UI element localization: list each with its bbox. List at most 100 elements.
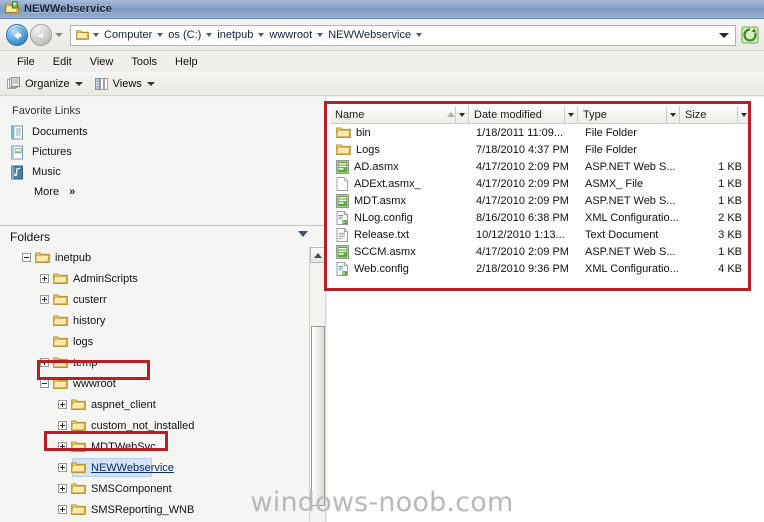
menu-item-help[interactable]: Help (166, 54, 207, 70)
tree-item-temp[interactable]: temp (0, 352, 310, 373)
refresh-icon[interactable] (740, 25, 760, 45)
tree-item-label: history (73, 314, 106, 327)
table-row[interactable]: Logs 7/18/2010 4:37 PM File Folder (330, 141, 751, 158)
breadcrumb-item-newwebservice[interactable]: NEWWebservice (325, 26, 414, 45)
column-header-size[interactable]: Size (680, 106, 751, 123)
chevron-down-icon[interactable] (737, 106, 750, 123)
sidebar-item-documents[interactable]: Documents (0, 122, 326, 142)
breadcrumb-item-wwwroot[interactable]: wwwroot (266, 26, 315, 45)
table-row[interactable]: ADExt.asmx_ 4/17/2010 2:09 PM ASMX_ File 1 … (330, 175, 751, 192)
tree-item-inetpub[interactable]: inetpub (0, 247, 310, 268)
chevron-down-icon[interactable] (666, 106, 679, 123)
tree-item-custom-not-installed[interactable]: custom_not_installed (0, 415, 310, 436)
folder-icon (5, 1, 19, 17)
chevron-down-icon[interactable] (146, 81, 155, 86)
collapse-minus-icon[interactable] (22, 253, 31, 262)
scroll-up-arrow-icon[interactable] (310, 247, 325, 263)
tree-item-adminscripts[interactable]: AdminScripts (0, 268, 310, 289)
folders-header[interactable]: Folders (0, 227, 326, 247)
history-dropdown-icon[interactable] (55, 33, 63, 37)
navigation-scrollbar[interactable] (309, 247, 325, 522)
file-name-cell[interactable]: NLog.config (330, 210, 469, 225)
sidebar-item-pictures[interactable]: Pictures (0, 142, 326, 162)
menu-item-edit[interactable]: Edit (44, 54, 81, 70)
tree-item-mdtwebsvc[interactable]: MDTWebSvc (0, 436, 310, 457)
expand-plus-icon[interactable] (58, 421, 67, 430)
tree-item-history[interactable]: history (0, 310, 310, 331)
file-name-label: Logs (356, 143, 380, 156)
breadcrumb-separator[interactable] (416, 33, 423, 37)
breadcrumb-item-computer[interactable]: Computer (101, 26, 155, 45)
column-header-label: Date modified (474, 108, 542, 121)
file-name-cell[interactable]: Release.txt (330, 227, 469, 242)
file-name-cell[interactable]: SCCM.asmx (330, 244, 469, 259)
file-name-cell[interactable]: Logs (330, 143, 469, 156)
table-row[interactable]: MDT.asmx 4/17/2010 2:09 PM ASP.NET Web S..… (330, 192, 751, 209)
sidebar-more-button[interactable]: More » (0, 182, 326, 202)
file-type-cell: File Folder (585, 143, 637, 156)
breadcrumb-separator[interactable] (317, 33, 324, 37)
file-name-cell[interactable]: AD.asmx (330, 159, 469, 174)
menu-item-tools[interactable]: Tools (122, 54, 166, 70)
chevron-down-icon[interactable] (564, 106, 577, 123)
chevron-down-icon[interactable] (298, 231, 308, 237)
sidebar-item-label: Pictures (32, 146, 72, 158)
breadcrumb-separator[interactable] (157, 33, 164, 37)
chevron-down-icon[interactable] (455, 106, 468, 123)
file-date-cell: 7/18/2010 4:37 PM (476, 143, 569, 156)
tree-item-logs[interactable]: logs (0, 331, 310, 352)
file-name-label: AD.asmx (354, 160, 399, 173)
tree-item-custerr[interactable]: custerr (0, 289, 310, 310)
chevron-down-icon[interactable] (74, 81, 83, 86)
sidebar-item-label: Documents (32, 126, 88, 138)
breadcrumb-separator[interactable] (206, 33, 213, 37)
table-row[interactable]: Release.txt 10/12/2010 1:13... Text Docume… (330, 226, 751, 243)
file-size-cell: 2 KB (718, 211, 742, 224)
expand-plus-icon[interactable] (58, 400, 67, 409)
expand-plus-icon[interactable] (40, 274, 49, 283)
collapse-minus-icon[interactable] (40, 379, 49, 388)
pictures-icon (10, 145, 25, 160)
address-input[interactable]: Computer os (C:) inetpub wwwroot NEWWebs… (70, 24, 736, 46)
menu-item-view[interactable]: View (81, 54, 123, 70)
menu-item-file[interactable]: File (8, 54, 44, 70)
column-header-type[interactable]: Type (578, 106, 680, 123)
table-row[interactable]: NLog.config 8/16/2010 6:38 PM XML Configur… (330, 209, 751, 226)
organize-button[interactable]: Organize (7, 76, 83, 91)
breadcrumb-separator[interactable] (93, 33, 99, 37)
table-row[interactable]: SCCM.asmx 4/17/2010 2:09 PM ASP.NET Web S.… (330, 243, 751, 260)
breadcrumb-separator[interactable] (258, 33, 265, 37)
table-row[interactable]: AD.asmx 4/17/2010 2:09 PM ASP.NET Web S...… (330, 158, 751, 175)
forward-arrow-icon[interactable] (30, 24, 52, 46)
scrollbar-thumb[interactable] (311, 326, 325, 506)
folder-icon (35, 251, 50, 264)
sidebar-item-label: Music (32, 166, 61, 178)
expand-plus-icon[interactable] (58, 442, 67, 451)
breadcrumb-item-os-c[interactable]: os (C:) (165, 26, 204, 45)
music-icon (10, 165, 25, 180)
blank-file-icon (336, 176, 349, 191)
expand-plus-icon[interactable] (58, 463, 67, 472)
back-arrow-icon[interactable] (6, 24, 28, 46)
table-row[interactable]: bin 1/18/2011 11:09... File Folder (330, 124, 751, 141)
tree-item-wwwroot[interactable]: wwwroot (0, 373, 310, 394)
tree-item-newwebservice[interactable]: NEWWebservice (0, 457, 310, 478)
expand-plus-icon[interactable] (40, 358, 49, 367)
views-button[interactable]: Views (94, 77, 155, 91)
file-name-cell[interactable]: ADExt.asmx_ (330, 176, 469, 191)
breadcrumb-item-inetpub[interactable]: inetpub (214, 26, 256, 45)
column-header-name[interactable]: Name (330, 106, 469, 123)
file-name-label: MDT.asmx (354, 194, 406, 207)
expand-plus-icon[interactable] (40, 295, 49, 304)
file-name-cell[interactable]: Web.config (330, 261, 469, 276)
table-row[interactable]: Web.config 2/18/2010 9:36 PM XML Configura… (330, 260, 751, 277)
asmx-file-icon (336, 193, 349, 208)
tree-item-aspnet-client[interactable]: aspnet_client (0, 394, 310, 415)
file-name-cell[interactable]: MDT.asmx (330, 193, 469, 208)
file-list-pane: Name Date modified Type Size bin 1/18/2011 1… (327, 97, 764, 522)
chevron-down-icon[interactable] (719, 32, 729, 38)
sidebar-item-music[interactable]: Music (0, 162, 326, 182)
column-header-date-modified[interactable]: Date modified (469, 106, 578, 123)
folder-icon (336, 143, 351, 156)
file-name-cell[interactable]: bin (330, 126, 469, 139)
